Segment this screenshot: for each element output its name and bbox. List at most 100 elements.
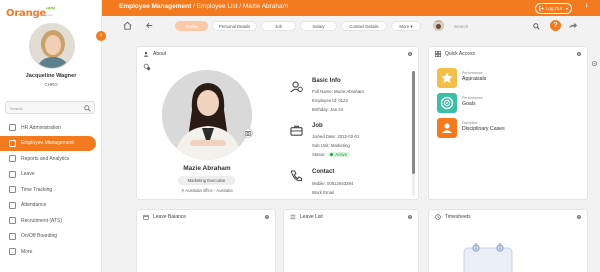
user-icon <box>143 51 149 57</box>
breadcrumb-path[interactable]: / Employee List / Mazie Abraham <box>191 3 288 10</box>
user-name: Jacqueline Wagner <box>25 73 77 79</box>
tab-more[interactable]: More ▾ <box>391 21 421 31</box>
sidebar-item-label: Employee Management <box>21 140 74 147</box>
help-button[interactable]: ? <box>550 20 561 31</box>
quick-access-header: Quick Access <box>435 51 475 57</box>
search-icon[interactable] <box>533 22 540 30</box>
sidebar-item-reports-and-analytics[interactable]: Reports and Analytics <box>0 151 102 167</box>
user-avatar[interactable] <box>29 23 75 69</box>
about-card: About Mazie Abraham Marketing Executive … <box>136 46 419 200</box>
onboarding-icon <box>9 232 16 240</box>
gear-icon[interactable] <box>407 214 413 220</box>
sidebar-item-employee-management[interactable]: Employee Management <box>0 135 96 151</box>
sidebar-item-leave[interactable]: Leave <box>0 167 102 183</box>
work-email-field: Work Email <box>312 190 334 195</box>
sidebar-item-hr-administration[interactable]: HR Administration <box>0 120 102 136</box>
top-search-input[interactable]: Search <box>450 21 542 31</box>
gear-icon[interactable] <box>576 51 582 57</box>
leave-balance-title: Leave Balance <box>153 214 187 220</box>
leave-list-header: Leave List <box>290 214 323 220</box>
more-icon <box>9 248 16 256</box>
sidebar-item-label: Recruitment (ATS) <box>21 217 63 224</box>
employee-photo <box>162 70 252 160</box>
leave-balance-card: Leave Balance <box>136 209 276 272</box>
quick-access-disciplinary[interactable] <box>437 118 457 138</box>
gear-icon[interactable] <box>264 214 270 220</box>
sidebar-item-label: Attendance <box>21 202 47 209</box>
timesheets-card: Timesheets <box>428 209 588 272</box>
logo-suffix: HRM <box>46 5 56 11</box>
mobile-field: Mobile: 00612643294 <box>312 181 354 186</box>
settings-gear-icon[interactable] <box>591 60 598 67</box>
sidebar-item-recruitment-ats[interactable]: Recruitment (ATS) <box>0 213 102 229</box>
gear-icon[interactable] <box>576 214 582 220</box>
share-icon[interactable] <box>567 20 578 31</box>
tab-personal-details[interactable]: Personal Details <box>212 21 257 31</box>
quick-access-goals[interactable] <box>437 93 457 113</box>
grid-icon <box>435 51 441 57</box>
goals-category: Performance <box>462 96 483 100</box>
quick-access-appraisals[interactable] <box>437 68 457 88</box>
goals-label[interactable]: Goals <box>462 101 476 107</box>
sidebar-item-more[interactable]: More <box>0 244 102 260</box>
search-icon[interactable] <box>84 105 91 112</box>
recruitment-icon <box>9 217 16 225</box>
leave-list-title: Leave List <box>300 214 323 220</box>
logout-button[interactable]: Log Out ▾ <box>535 2 572 14</box>
about-scrollbar[interactable] <box>412 71 415 196</box>
sidebar-item-label: Leave <box>21 171 35 178</box>
basic-info-title: Basic Info <box>312 78 341 84</box>
job-title: Job <box>312 123 323 129</box>
joined-date-field: Joined Date: 2022-02-01 <box>312 134 360 139</box>
appraisals-label[interactable]: Appraisals <box>462 76 486 82</box>
sidebar-item-label: Reports and Analytics <box>21 155 70 162</box>
designation-badge: Marketing Executive <box>178 176 235 185</box>
app-logo[interactable]: OrangeHRM Human Resource Management <box>6 3 94 19</box>
star-icon <box>441 72 453 83</box>
status-field: Status: Active <box>312 152 351 157</box>
about-scrollbar-thumb[interactable] <box>412 71 415 174</box>
timesheets-header: Timesheets <box>435 214 471 220</box>
disciplinary-label[interactable]: Disciplinary Cases <box>462 126 505 132</box>
sidebar-item-time-tracking[interactable]: Time Tracking <box>0 182 102 198</box>
collapse-sidebar-button[interactable]: ‹ <box>96 31 106 41</box>
hr-admin-icon <box>9 124 16 132</box>
tab-salary[interactable]: Salary <box>300 21 337 31</box>
reports-icon <box>9 155 16 163</box>
logo-tagline: Human Resource Management <box>18 14 53 17</box>
about-title: About <box>153 51 167 57</box>
tab-job[interactable]: Job <box>261 21 296 31</box>
chevron-down-icon: ▾ <box>565 5 568 11</box>
employee-icon <box>9 139 16 147</box>
employee-avatar-small[interactable] <box>433 20 444 31</box>
clock-icon <box>9 186 16 194</box>
sidebar-item-on-off-boarding[interactable]: On/Off Boarding <box>0 229 102 245</box>
logout-label: Log Out <box>546 5 563 11</box>
camera-icon[interactable] <box>243 128 253 138</box>
sidebar-search-input[interactable]: Search <box>5 101 95 114</box>
tab-contact-details[interactable]: Contact Details <box>341 21 387 31</box>
contact-title: Contact <box>312 169 335 175</box>
calendar-icon <box>143 214 149 220</box>
back-arrow-icon[interactable] <box>144 20 155 31</box>
sidebar-item-label: More <box>21 248 33 255</box>
breadcrumb-section[interactable]: Employee Management <box>119 3 191 10</box>
sidebar-item-attendance[interactable]: Attendance <box>0 198 102 214</box>
sidebar-menu: HR Administration Employee Management Repo… <box>0 120 102 260</box>
logout-icon <box>539 5 544 11</box>
kebab-menu-icon[interactable]: ··· <box>582 3 589 7</box>
sidebar-item-label: On/Off Boarding <box>21 233 58 240</box>
home-icon[interactable] <box>122 20 133 31</box>
employee-location: ⚲ Australia office - Australia <box>137 188 277 193</box>
profile-switch-icon[interactable] <box>143 63 151 71</box>
tab-more-label: More <box>399 24 410 29</box>
status-value: Active <box>335 152 348 157</box>
sub-unit-field: Sub Unit: Marketing <box>312 143 350 148</box>
tab-profile[interactable]: Profile <box>175 21 208 31</box>
contact-icon <box>290 170 303 182</box>
quick-access-card: Quick Access Performance Appraisals Perf… <box>428 46 588 200</box>
attendance-icon <box>9 201 16 209</box>
timesheets-title: Timesheets <box>445 214 471 220</box>
gear-icon[interactable] <box>407 51 413 57</box>
tab-strip: Profile Personal Details Job Salary Cont… <box>114 17 598 35</box>
